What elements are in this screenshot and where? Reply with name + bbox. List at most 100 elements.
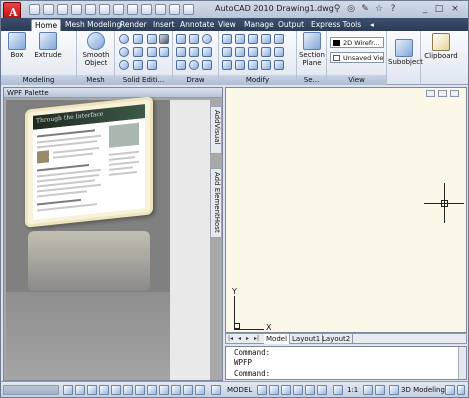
properties-icon[interactable] [113, 4, 124, 15]
undo-icon[interactable] [71, 4, 82, 15]
grid-icon[interactable] [75, 385, 85, 395]
drawing-minimize-icon[interactable] [426, 90, 435, 97]
array-icon[interactable] [235, 47, 245, 57]
tab-layout2[interactable]: Layout2 [320, 334, 354, 344]
annotation-scale-icon[interactable] [333, 385, 343, 395]
ribbon-minimize-icon[interactable]: ◂ [367, 19, 377, 31]
tab-manage[interactable]: Manage [241, 19, 277, 31]
tab-model[interactable]: Model [264, 334, 291, 344]
tab-layout1[interactable]: Layout1 [290, 334, 324, 344]
move-icon[interactable] [222, 34, 232, 44]
arc-icon[interactable] [189, 47, 199, 57]
prev-tab-icon[interactable]: ◂ [238, 335, 244, 342]
solid-editing-panel-label[interactable]: Solid Editi... [115, 75, 172, 85]
command-scrollbar[interactable] [458, 347, 466, 379]
section-panel-label[interactable]: Se... [297, 75, 326, 85]
circle-icon[interactable] [202, 34, 212, 44]
steeringwheel-icon[interactable] [305, 385, 315, 395]
help-icon[interactable]: ? [387, 4, 399, 15]
calculator-icon[interactable] [169, 4, 180, 15]
intersect-icon[interactable] [119, 60, 129, 70]
ortho-icon[interactable] [87, 385, 97, 395]
fillet-icon[interactable] [222, 47, 232, 57]
visual-style-dropdown[interactable]: 2D Wirefr... [330, 37, 384, 48]
auto-scale-icon[interactable] [375, 385, 385, 395]
polar-icon[interactable] [99, 385, 109, 395]
binoculars-icon[interactable]: ◎ [345, 4, 357, 15]
tab-insert[interactable]: Insert [150, 19, 178, 31]
3d-move-icon[interactable] [222, 60, 232, 70]
workspace-switch[interactable]: 3D Modeling [401, 385, 445, 395]
sheetset-icon[interactable] [141, 4, 152, 15]
section-plane-button[interactable]: Section Plane [298, 32, 326, 67]
extract-edges-icon[interactable] [147, 34, 157, 44]
mirror-icon[interactable] [274, 34, 284, 44]
dyn-icon[interactable] [159, 385, 169, 395]
command-prompt[interactable]: Command: [234, 369, 270, 378]
zoom-icon[interactable] [293, 385, 303, 395]
quick-view-drawings-icon[interactable] [269, 385, 279, 395]
union-icon[interactable] [119, 34, 129, 44]
new-icon[interactable] [29, 4, 40, 15]
annotation-visibility-icon[interactable] [363, 385, 373, 395]
drawing-close-icon[interactable] [450, 90, 459, 97]
scale-icon[interactable] [248, 47, 258, 57]
last-tab-icon[interactable]: ▸| [254, 335, 260, 342]
view-panel-label[interactable]: View [327, 75, 386, 85]
box-button[interactable]: Box [5, 32, 29, 59]
tab-render[interactable]: Render [117, 19, 150, 31]
extrude-button[interactable]: Extrude [33, 32, 63, 59]
workspace-icon[interactable] [389, 385, 399, 395]
taper-faces-icon[interactable] [159, 47, 169, 57]
showmotion-icon[interactable] [317, 385, 327, 395]
mesh-panel-label[interactable]: Mesh [77, 75, 114, 85]
quick-view-layouts-icon[interactable] [257, 385, 267, 395]
subobject-button[interactable]: Subobject [388, 39, 423, 66]
otrack-icon[interactable] [135, 385, 145, 395]
drawing-restore-icon[interactable] [438, 90, 447, 97]
tab-annotate[interactable]: Annotate [177, 19, 217, 31]
open-icon[interactable] [43, 4, 54, 15]
drawing-area[interactable]: Y X [225, 87, 467, 333]
3d-align-icon[interactable] [248, 60, 258, 70]
3d-rotate-icon[interactable] [235, 60, 245, 70]
minimize-icon[interactable]: _ [419, 4, 431, 15]
snap-icon[interactable] [63, 385, 73, 395]
imprint-icon[interactable] [147, 47, 157, 57]
quick-properties-icon[interactable] [183, 385, 193, 395]
separate-icon[interactable] [133, 34, 143, 44]
trim-icon[interactable] [261, 47, 271, 57]
first-tab-icon[interactable]: |◂ [228, 335, 234, 342]
modify-panel-label[interactable]: Modify [219, 75, 296, 85]
hatch-icon[interactable] [202, 60, 212, 70]
rectangle-icon[interactable] [176, 47, 186, 57]
next-tab-icon[interactable]: ▸ [246, 335, 252, 342]
lock-icon[interactable] [445, 385, 455, 395]
smooth-object-button[interactable]: Smooth Object [80, 32, 112, 67]
tab-output[interactable]: Output [275, 19, 307, 31]
maximize-icon[interactable]: □ [433, 4, 445, 15]
copy-icon[interactable] [235, 34, 245, 44]
osnap-icon[interactable] [111, 385, 121, 395]
add-visual-tab[interactable]: AddVisual [210, 106, 222, 154]
tool-palettes-icon[interactable] [155, 4, 166, 15]
3d-osnap-icon[interactable] [123, 385, 133, 395]
slice-icon[interactable] [133, 47, 143, 57]
subtract-icon[interactable] [119, 47, 129, 57]
line-icon[interactable] [176, 34, 186, 44]
search-icon[interactable]: ⚲ [331, 4, 343, 15]
modeling-panel-label[interactable]: Modeling [1, 75, 76, 85]
layer-icon[interactable] [127, 4, 138, 15]
redo-icon[interactable] [85, 4, 96, 15]
save-icon[interactable] [57, 4, 68, 15]
thicken-icon[interactable] [133, 60, 143, 70]
tab-home[interactable]: Home [31, 19, 62, 31]
star-icon[interactable]: ☆ [373, 4, 385, 15]
tools-icon[interactable]: ✎ [359, 4, 371, 15]
annotation-scale-value[interactable]: 1:1 [347, 385, 358, 395]
saved-view-dropdown[interactable]: Unsaved Vie [330, 52, 384, 63]
plot-icon[interactable] [99, 4, 110, 15]
coordinates-display[interactable] [3, 385, 59, 395]
erase-icon[interactable] [274, 60, 284, 70]
close-icon[interactable]: × [449, 4, 461, 15]
